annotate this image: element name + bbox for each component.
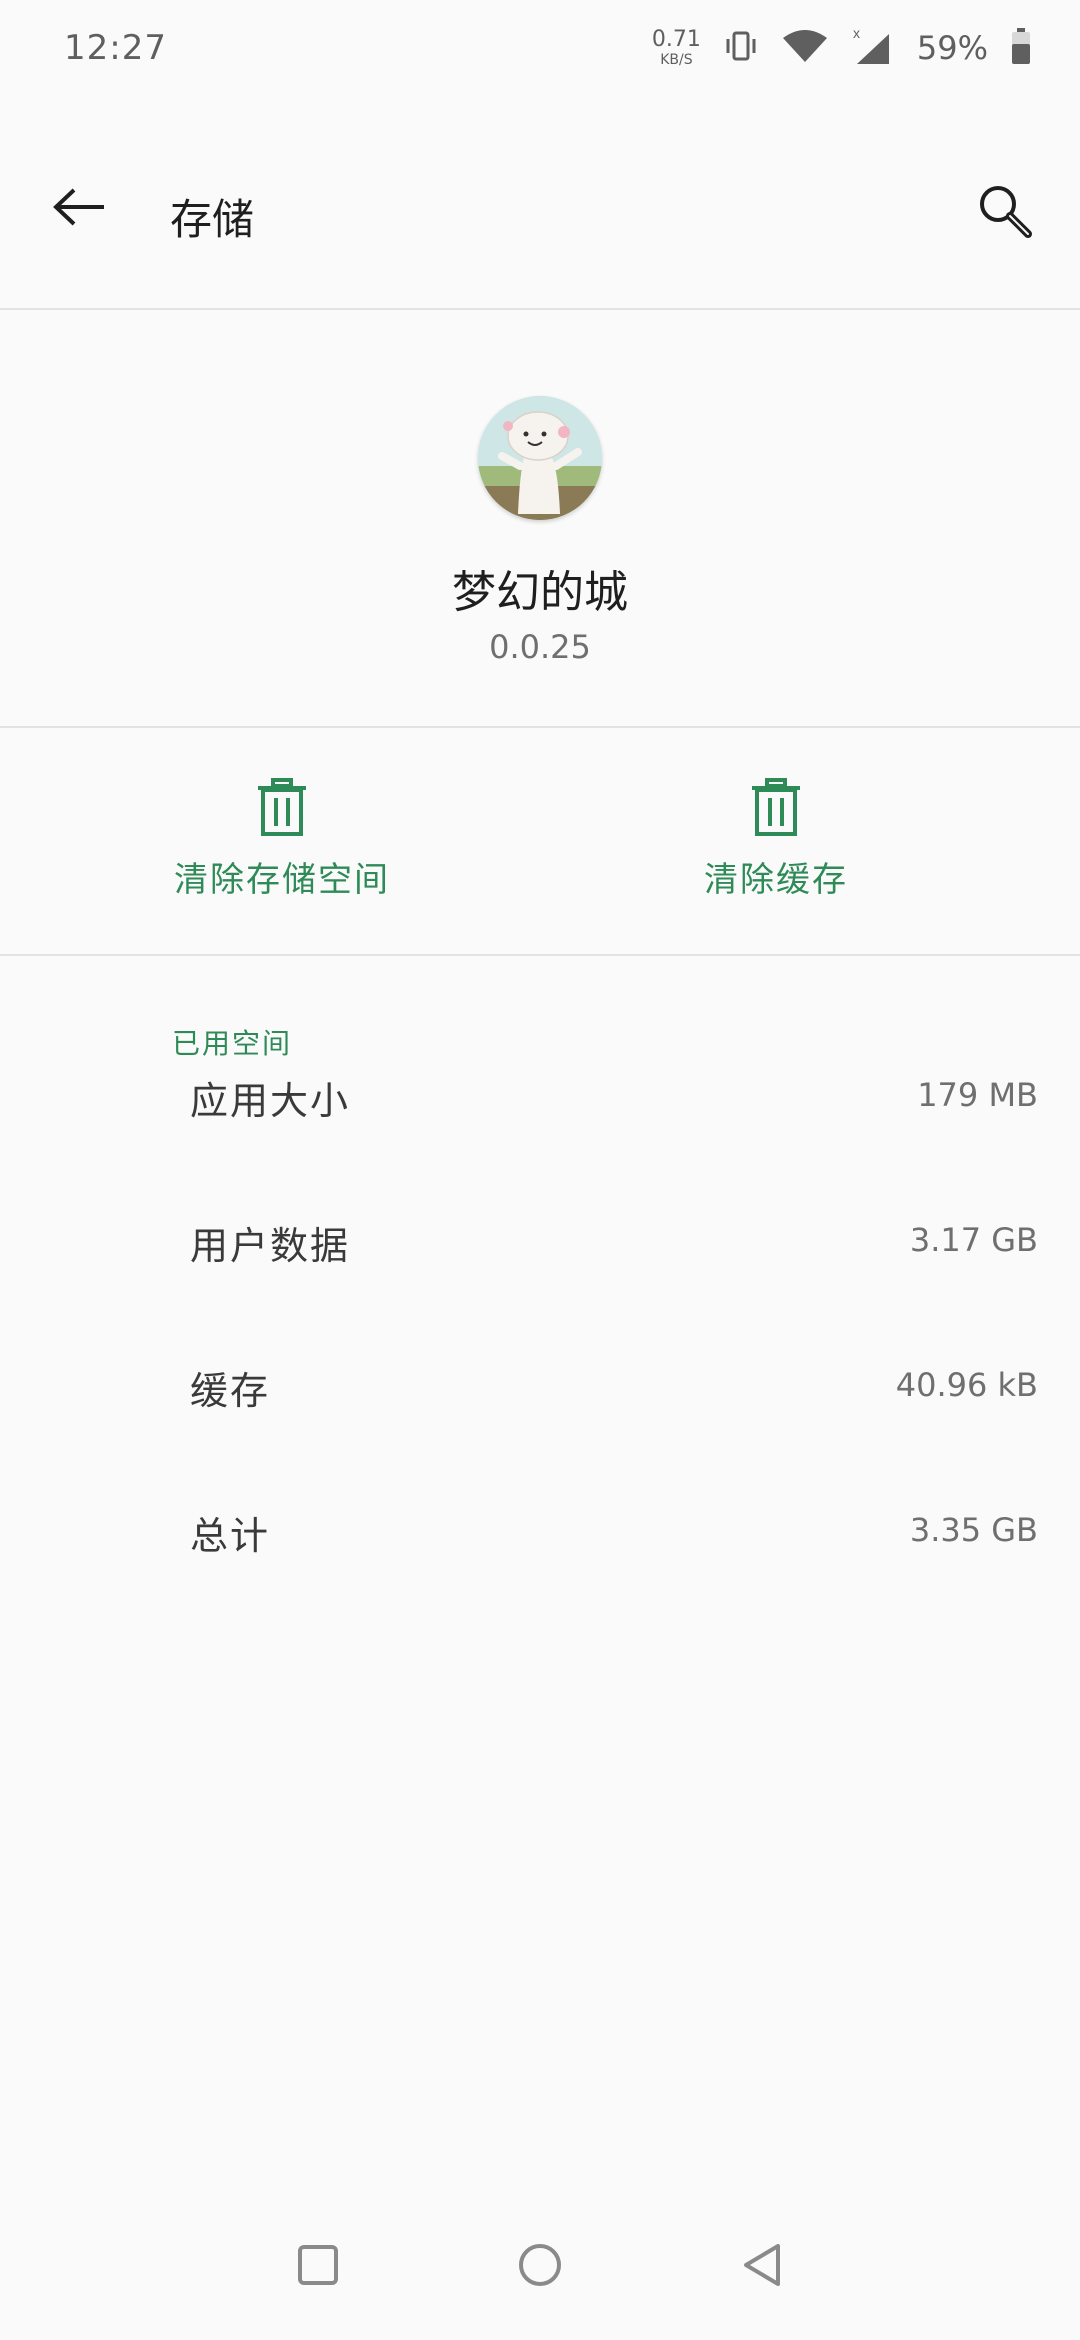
storage-row-value: 40.96 kB xyxy=(895,1366,1038,1404)
status-icons: 0.71 KB/S x 59% xyxy=(651,25,1032,70)
status-bar: 12:27 0.71 KB/S x 59% xyxy=(0,0,1080,96)
search-button[interactable] xyxy=(966,172,1046,252)
storage-row-app-size: 应用大小 179 MB xyxy=(0,1040,1080,1185)
storage-row-label: 应用大小 xyxy=(190,1079,351,1123)
app-version: 0.0.25 xyxy=(489,628,591,666)
back-nav-button[interactable] xyxy=(712,2220,812,2310)
storage-row-label: 用户数据 xyxy=(190,1224,351,1268)
network-speed-value: 0.71 xyxy=(651,27,701,52)
arrow-left-icon xyxy=(53,188,104,226)
action-bar: 清除存储空间 清除缓存 xyxy=(0,730,1080,956)
search-icon xyxy=(980,186,1032,238)
back-triangle-icon xyxy=(744,2244,780,2286)
trash-icon xyxy=(752,778,800,836)
battery-percent: 59% xyxy=(916,29,988,67)
storage-row-value: 3.17 GB xyxy=(909,1221,1038,1259)
recents-button[interactable] xyxy=(268,2220,368,2310)
storage-row-label: 缓存 xyxy=(190,1369,271,1413)
storage-row-label: 总计 xyxy=(190,1514,271,1558)
status-time: 12:27 xyxy=(64,28,167,68)
clear-storage-button[interactable]: 清除存储空间 xyxy=(132,778,432,928)
navigation-bar xyxy=(0,2200,1080,2340)
clear-cache-label: 清除缓存 xyxy=(704,860,848,900)
storage-row-value: 3.35 GB xyxy=(909,1511,1038,1549)
toolbar: 存储 xyxy=(0,96,1080,310)
storage-row-cache: 缓存 40.96 kB xyxy=(0,1330,1080,1475)
app-header: 梦幻的城 0.0.25 xyxy=(0,312,1080,728)
vibrate-icon xyxy=(723,28,759,68)
wifi-icon xyxy=(781,28,829,68)
page-title: 存储 xyxy=(170,195,255,244)
app-name: 梦幻的城 xyxy=(452,567,628,618)
cellular-signal-icon: x xyxy=(851,25,895,70)
storage-row-value: 179 MB xyxy=(917,1076,1038,1114)
clear-cache-button[interactable]: 清除缓存 xyxy=(626,778,926,928)
back-button[interactable] xyxy=(40,172,120,242)
storage-row-total: 总计 3.35 GB xyxy=(0,1475,1080,1620)
storage-screen: 12:27 0.71 KB/S x 59% 存储 梦幻的城 0.0.25 清除存… xyxy=(0,0,1080,2340)
app-icon xyxy=(478,396,602,520)
network-speed-unit: KB/S xyxy=(660,52,693,68)
home-circle-icon xyxy=(519,2244,561,2286)
network-speed: 0.71 KB/S xyxy=(651,27,701,68)
clear-storage-label: 清除存储空间 xyxy=(174,860,390,900)
svg-text:x: x xyxy=(853,26,860,41)
storage-row-user-data: 用户数据 3.17 GB xyxy=(0,1185,1080,1330)
home-button[interactable] xyxy=(490,2220,590,2310)
battery-icon xyxy=(1010,27,1032,69)
trash-icon xyxy=(258,778,306,836)
recents-square-icon xyxy=(298,2245,338,2285)
